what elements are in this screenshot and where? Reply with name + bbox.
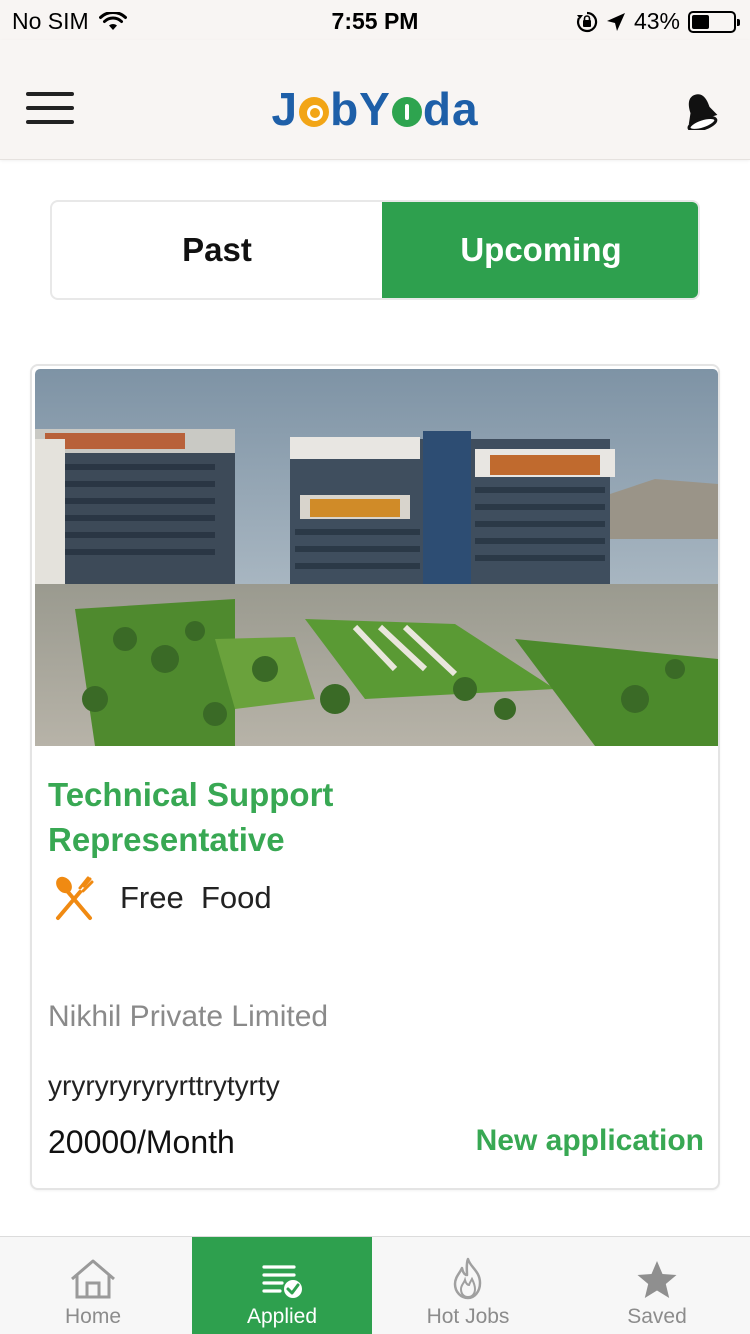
company-name: Nikhil Private Limited [48,1000,329,1033]
star-icon [637,1261,677,1298]
company-building-image [35,369,718,746]
battery-level-fill [692,14,710,29]
logo-o-mark [299,97,330,127]
job-title[interactable]: Technical Support Representative [48,772,468,862]
tab-applied[interactable]: Applied [192,1237,372,1334]
status-bar: No SIM 7:55 PM 43% [0,0,750,40]
applied-list-check-icon [262,1265,302,1298]
tab-applied-label: Applied [246,1305,318,1328]
bottom-tab-bar: Home Applied Hot Jobs Saved [0,1236,750,1334]
fork-knife-icon [56,876,94,920]
location-arrow-icon [606,12,625,31]
orientation-lock-icon [576,11,598,32]
tab-hot-jobs[interactable]: Hot Jobs [372,1237,564,1334]
tab-past[interactable]: Past [52,202,382,298]
tab-home[interactable]: Home [0,1237,186,1334]
tab-saved-label: Saved [627,1305,687,1328]
tab-home-label: Home [64,1305,122,1328]
battery-icon [688,10,740,33]
home-icon [71,1259,115,1299]
application-status[interactable]: New application [476,1124,704,1158]
tab-hot-jobs-label: Hot Jobs [426,1305,510,1328]
app-header: JbY da [0,40,750,160]
status-right: 43% [576,8,740,35]
tab-upcoming[interactable]: Upcoming [382,202,698,298]
jobyoda-logo: JbY da [271,83,479,135]
app-screen: No SIM 7:55 PM 43% J bY da Past Upcoming… [0,0,750,1334]
job-card[interactable]: Technical Support Representative Free Fo… [30,364,720,1190]
perk-row: Free Food [50,874,272,922]
logo-i-mark [391,97,422,127]
bell-icon[interactable] [682,90,718,130]
battery-percent: 43% [633,8,680,34]
job-description: yryryryryryrttrytyrty [48,1070,280,1101]
flame-icon [453,1257,482,1300]
salary: 20000/Month [48,1124,235,1160]
tab-saved[interactable]: Saved [564,1237,750,1334]
perk-label: Free Food [120,880,272,915]
past-upcoming-segment: Past Upcoming [50,200,700,300]
